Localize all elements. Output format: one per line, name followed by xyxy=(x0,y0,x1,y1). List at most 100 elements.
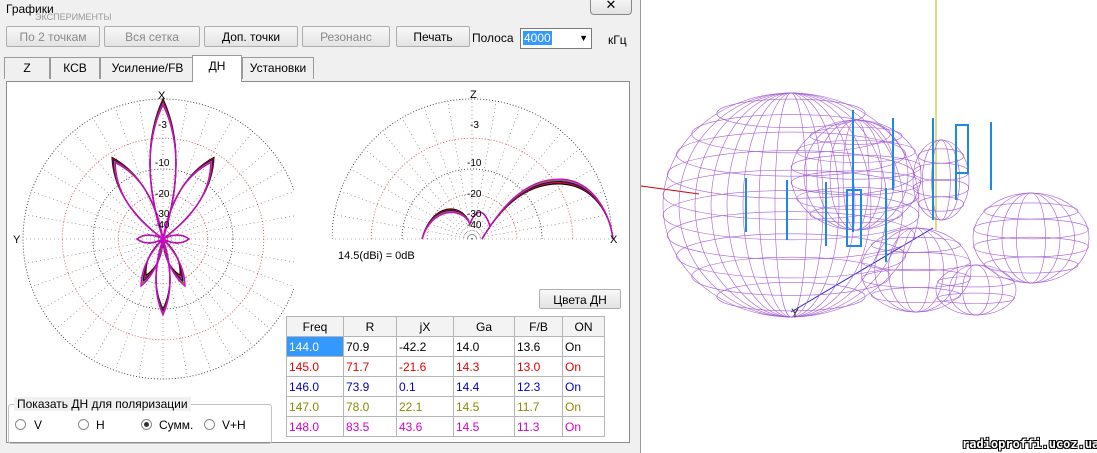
column-header-fb[interactable]: F/B xyxy=(514,316,563,337)
two-points-button[interactable]: По 2 точкам xyxy=(6,26,100,47)
column-header-r[interactable]: R xyxy=(343,316,397,337)
cell-fb[interactable]: 11.3 xyxy=(514,416,563,437)
frequency-table: Freq R jX Ga F/B ON 144.0 70.9 -42.2 14.0 13… xyxy=(286,316,605,437)
table-row[interactable]: 148.0 83.5 43.6 14.5 11.3 On xyxy=(286,416,605,437)
radio-sum-label: Сумм. xyxy=(159,418,194,432)
pattern-mesh-line xyxy=(912,139,970,221)
polarization-group-title: Показать ДН для поляризации xyxy=(14,397,191,411)
cell-jx[interactable]: 0.1 xyxy=(396,376,454,397)
cell-on[interactable]: On xyxy=(562,396,605,417)
table-row[interactable]: 144.0 70.9 -42.2 14.0 13.6 On xyxy=(286,336,605,357)
cell-fb[interactable]: 13.6 xyxy=(514,336,563,357)
band-unit-label: кГц xyxy=(608,33,627,47)
resonance-button[interactable]: Резонанс xyxy=(302,26,390,47)
cell-ga[interactable]: 14.5 xyxy=(453,396,515,417)
polar-grid-spoke xyxy=(471,131,563,240)
ring-label-10: -10 xyxy=(155,158,170,169)
pattern-mesh-line xyxy=(962,264,990,316)
cell-r[interactable]: 70.9 xyxy=(343,336,397,357)
pattern-mesh-line xyxy=(662,190,920,241)
cell-r[interactable]: 71.7 xyxy=(343,356,397,377)
cell-fb[interactable]: 11.7 xyxy=(514,396,563,417)
pattern-mesh-line xyxy=(931,139,951,221)
gain-reference-note: 14.5(dBi) = 0dB xyxy=(338,250,415,262)
column-header-ga[interactable]: Ga xyxy=(453,316,515,337)
ring-label-3: -3 xyxy=(158,120,167,131)
column-header-freq[interactable]: Freq xyxy=(286,316,344,337)
pattern-mesh-line xyxy=(912,178,970,198)
cell-fb[interactable]: 13.0 xyxy=(514,356,563,377)
radiation-pattern-3d-view[interactable]: Y xyxy=(641,0,1097,453)
polar-grid-spoke xyxy=(162,238,234,361)
cell-jx[interactable]: 22.1 xyxy=(396,396,454,417)
background-ghost-text: ЭКСПЕРИМЕНТЫ xyxy=(35,12,112,22)
axis-x-label-vertical: X xyxy=(610,234,618,246)
extra-points-button[interactable]: Доп. точки xyxy=(204,26,298,47)
cell-on[interactable]: On xyxy=(562,416,605,437)
pattern-mesh-line xyxy=(691,256,891,296)
v-ring-label-40: -40 xyxy=(467,220,482,231)
axis-z-label: Z xyxy=(470,89,477,101)
radio-h[interactable] xyxy=(78,419,89,430)
cell-on[interactable]: On xyxy=(562,356,605,377)
pattern-mesh-line xyxy=(758,92,824,318)
cell-r[interactable]: 78.0 xyxy=(343,396,397,417)
column-header-on[interactable]: ON xyxy=(562,316,605,337)
chevron-down-icon[interactable]: ▼ xyxy=(579,30,588,47)
cell-ga[interactable]: 14.0 xyxy=(453,336,515,357)
v-ring-label-3: -3 xyxy=(470,120,479,131)
tab-swr[interactable]: КСВ xyxy=(50,57,100,79)
pattern-mesh-line xyxy=(901,227,931,313)
cell-freq[interactable]: 148.0 xyxy=(286,416,344,437)
pattern-lobe xyxy=(162,160,213,240)
cell-jx[interactable]: -42.2 xyxy=(396,336,454,357)
pattern-mesh-line xyxy=(871,236,961,253)
x-axis-line xyxy=(641,185,700,195)
close-button[interactable]: ✕ xyxy=(590,0,632,15)
pattern-mesh-line xyxy=(716,98,866,128)
cell-freq[interactable]: 146.0 xyxy=(286,376,344,397)
radio-v[interactable] xyxy=(15,419,26,430)
pattern-mesh-line xyxy=(861,252,971,272)
antenna-feed-loop xyxy=(955,124,969,174)
cell-r[interactable]: 83.5 xyxy=(343,416,397,437)
radio-v-plus-h[interactable] xyxy=(204,419,215,430)
band-select[interactable]: 4000 ▼ xyxy=(520,28,592,49)
radio-h-label: H xyxy=(96,418,105,432)
whole-grid-button[interactable]: Вся сетка xyxy=(104,26,200,47)
pattern-mesh-line xyxy=(972,192,1090,284)
pattern-mesh-line xyxy=(937,292,1015,304)
cell-ga[interactable]: 14.3 xyxy=(453,356,515,377)
cell-on[interactable]: On xyxy=(562,376,605,397)
cell-ga[interactable]: 14.5 xyxy=(453,416,515,437)
cell-jx[interactable]: -21.6 xyxy=(396,356,454,377)
polar-grid-spoke xyxy=(401,117,473,240)
tab-z[interactable]: Z xyxy=(4,57,50,79)
ring-label-20: -20 xyxy=(155,189,170,200)
pattern-mesh-line xyxy=(790,119,922,231)
table-row[interactable]: 147.0 78.0 22.1 14.5 11.7 On xyxy=(286,396,605,417)
cell-on[interactable]: On xyxy=(562,336,605,357)
tab-pattern[interactable]: ДН xyxy=(192,55,242,82)
pattern-colors-button[interactable]: Цвета ДН xyxy=(539,289,621,309)
pattern-lobe xyxy=(162,156,215,240)
cell-jx[interactable]: 43.6 xyxy=(396,416,454,437)
cell-freq[interactable]: 145.0 xyxy=(286,356,344,377)
pattern-mesh-line xyxy=(987,192,1075,284)
cell-freq[interactable]: 147.0 xyxy=(286,396,344,417)
tab-settings[interactable]: Установки xyxy=(242,57,314,79)
cell-r[interactable]: 73.9 xyxy=(343,376,397,397)
print-button[interactable]: Печать xyxy=(396,26,470,47)
column-header-jx[interactable]: jX xyxy=(396,316,454,337)
radio-v-label: V xyxy=(34,418,43,432)
tab-gain-fb[interactable]: Усиление/FB xyxy=(100,57,195,79)
cell-freq[interactable]: 144.0 xyxy=(286,336,344,357)
pattern-mesh-line xyxy=(774,92,808,318)
table-row[interactable]: 146.0 73.9 0.1 14.4 12.3 On xyxy=(286,376,605,397)
radio-sum[interactable] xyxy=(141,419,152,430)
table-row[interactable]: 145.0 71.7 -21.6 14.3 13.0 On xyxy=(286,356,605,377)
pattern-mesh-line xyxy=(694,92,888,318)
cell-fb[interactable]: 12.3 xyxy=(514,376,563,397)
watermark: radioproffi.ucoz.ua xyxy=(962,437,1097,451)
cell-ga[interactable]: 14.4 xyxy=(453,376,515,397)
